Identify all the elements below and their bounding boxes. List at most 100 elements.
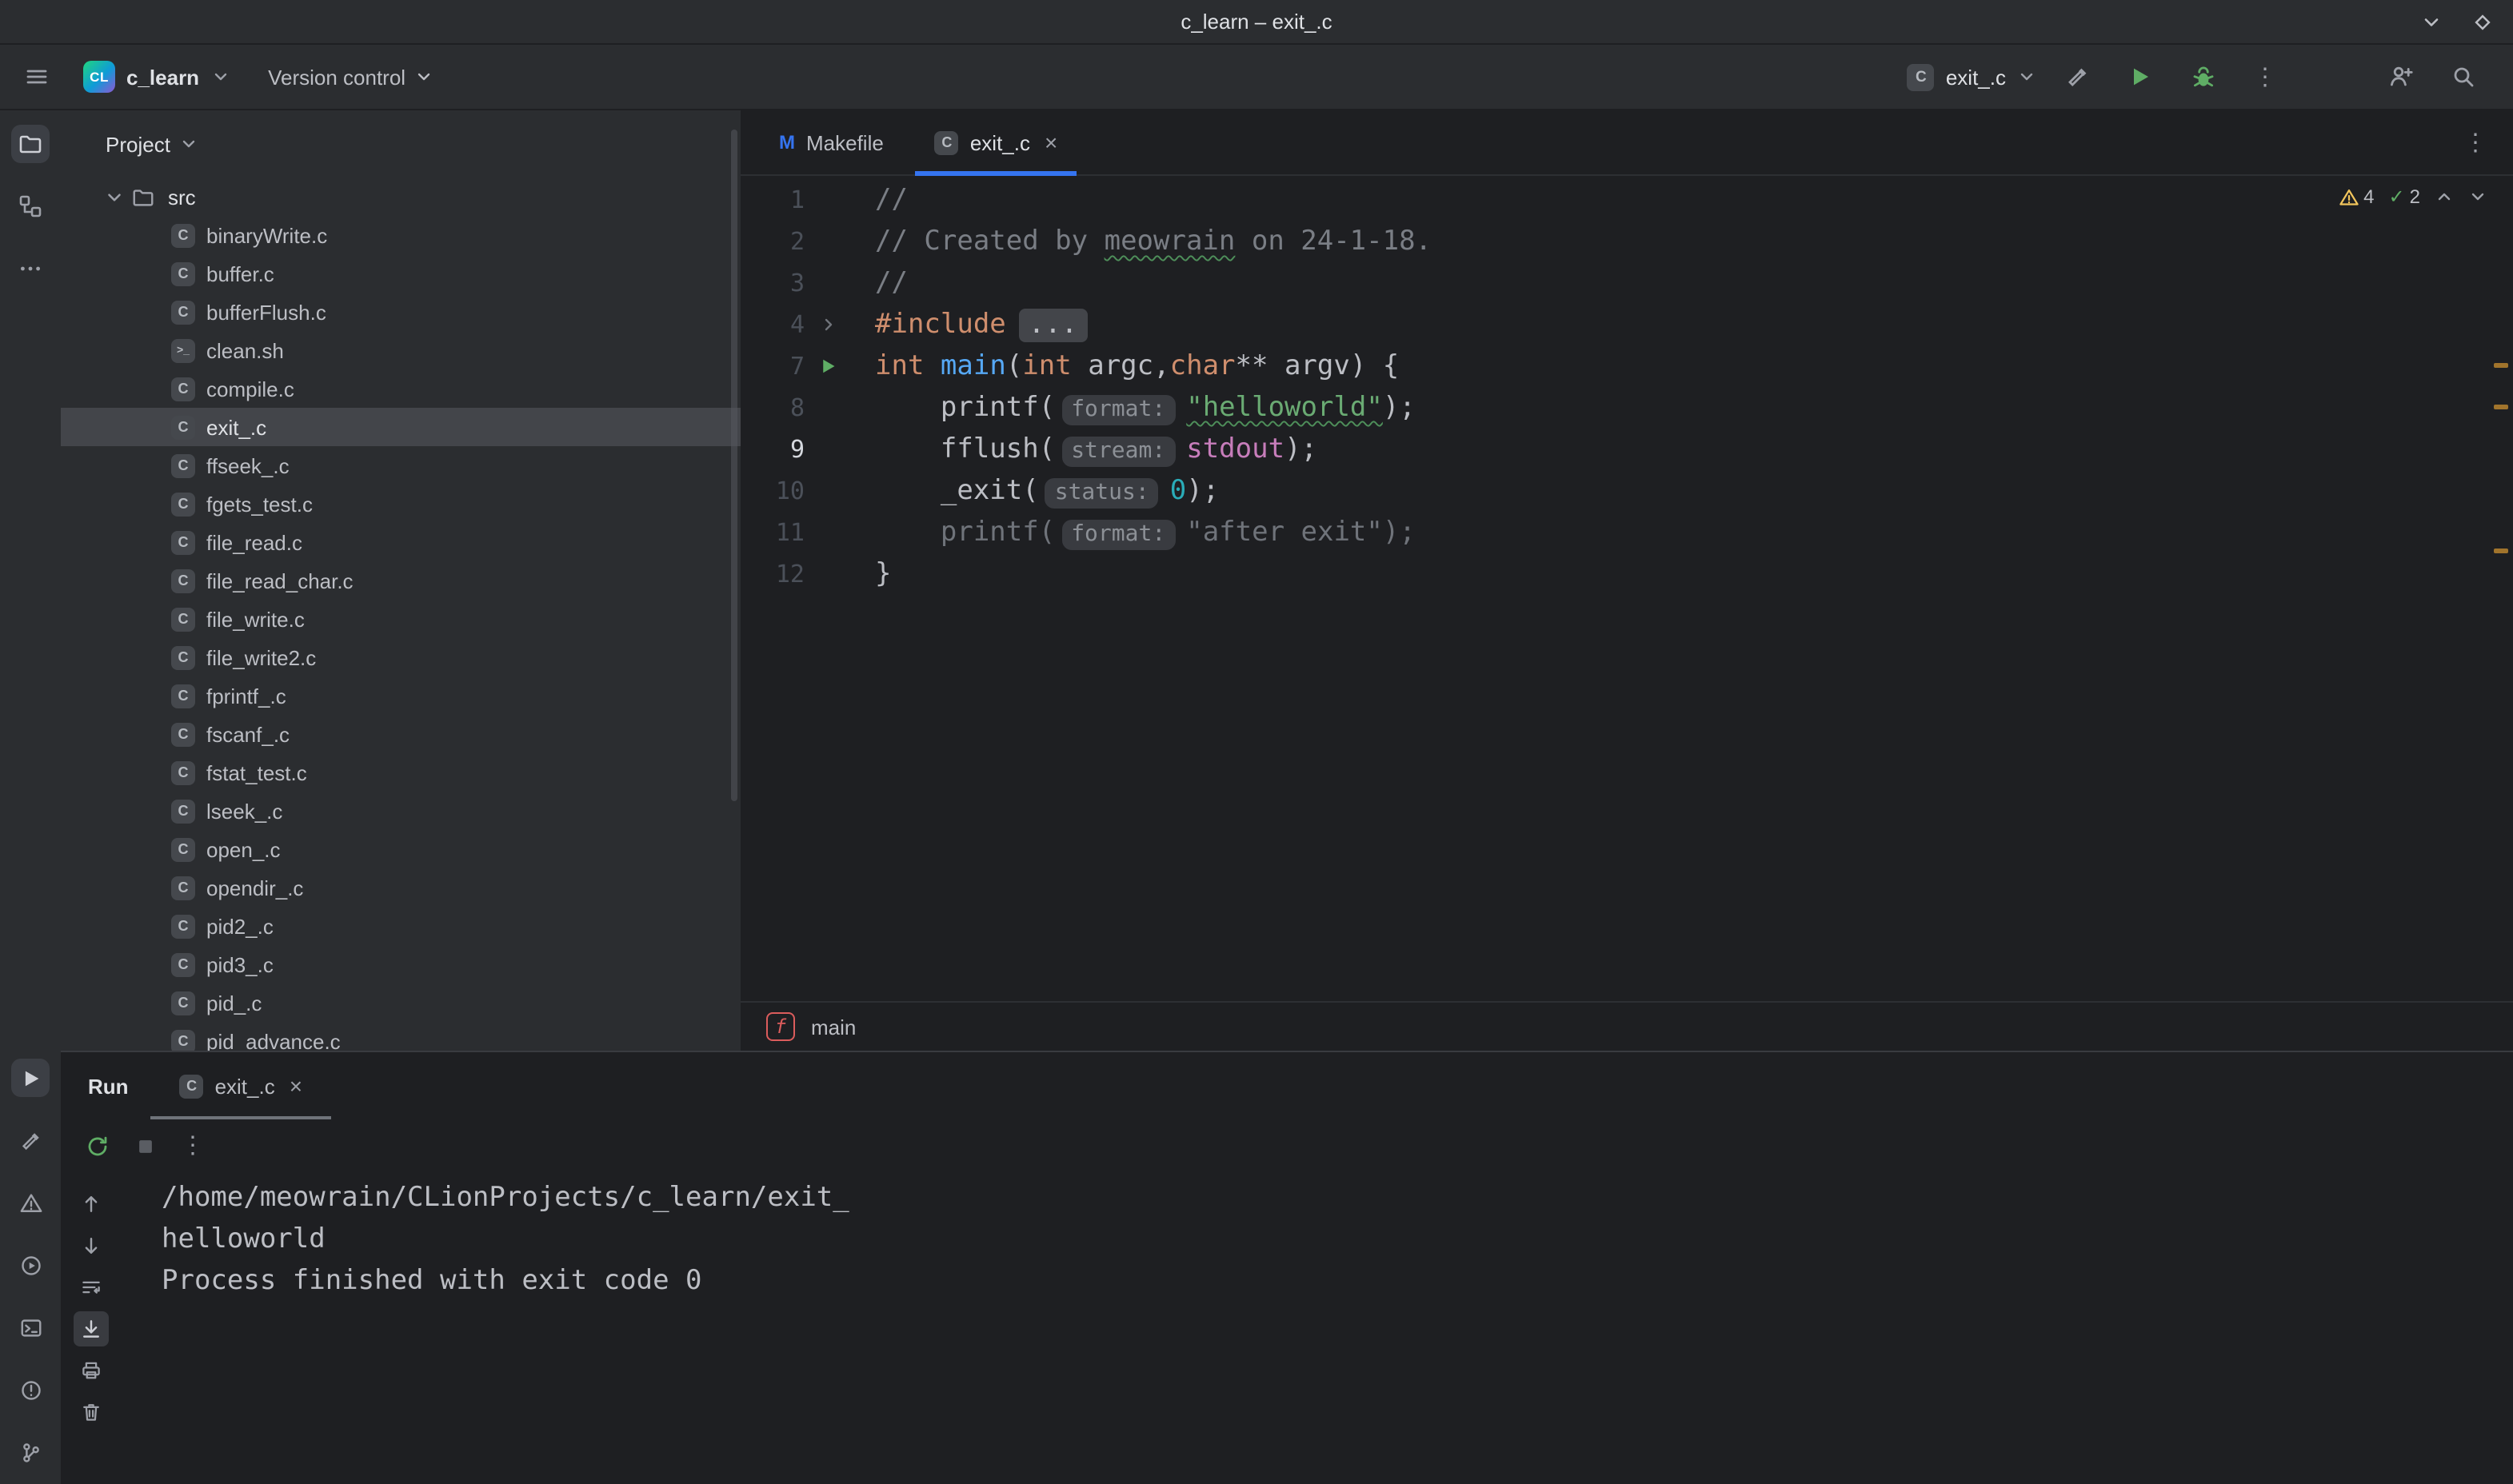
tree-file-file_read_char.c[interactable]: Cfile_read_char.c	[61, 561, 741, 600]
c-file-icon: C	[171, 837, 195, 861]
hamburger-menu-icon[interactable]	[16, 56, 58, 98]
code-line-9[interactable]: 9 fflush(stream:stdout);	[741, 429, 2513, 470]
code-text: //	[853, 267, 908, 299]
file-name: pid_advance.c	[206, 1029, 341, 1051]
tree-file-fgets_test.c[interactable]: Cfgets_test.c	[61, 485, 741, 523]
run-config-selector[interactable]: C exit_.c	[1908, 63, 2036, 90]
tab-makefile[interactable]: M Makefile	[760, 110, 903, 174]
code-line-12[interactable]: 12}	[741, 553, 2513, 595]
analysis-marker[interactable]	[2494, 549, 2508, 553]
debug-bug-icon[interactable]	[2182, 56, 2223, 98]
run-tool-icon[interactable]	[11, 1059, 50, 1097]
tree-file-bufferFlush.c[interactable]: CbufferFlush.c	[61, 293, 741, 331]
tree-file-buffer.c[interactable]: Cbuffer.c	[61, 254, 741, 293]
build-tool-icon[interactable]	[11, 1121, 50, 1159]
file-name: opendir_.c	[206, 876, 303, 900]
tab-options-icon[interactable]: ⋮	[2463, 110, 2487, 174]
run-more-options-icon[interactable]: ⋮	[181, 1134, 205, 1158]
analysis-marker[interactable]	[2494, 405, 2508, 409]
window-minimize-chevron-icon[interactable]	[2420, 11, 2443, 34]
build-hammer-icon[interactable]	[2057, 56, 2099, 98]
console-icon-rail	[74, 1187, 109, 1430]
sticky-function-line[interactable]: f main	[741, 1001, 2513, 1051]
tree-file-pid3_.c[interactable]: Cpid3_.c	[61, 945, 741, 983]
search-icon[interactable]	[2443, 56, 2484, 98]
c-file-icon: C	[171, 991, 195, 1015]
stop-icon[interactable]	[134, 1135, 157, 1157]
c-file-icon: C	[180, 1074, 204, 1098]
expand-arrow-icon[interactable]	[104, 186, 125, 207]
toolbar-right-group: C exit_.c ⋮	[1908, 56, 2497, 98]
run-tab-exit-c[interactable]: C exit_.c ×	[164, 1052, 319, 1119]
fold-arrow-icon[interactable]	[805, 315, 853, 334]
project-panel-header[interactable]: Project	[61, 110, 741, 178]
analysis-marker[interactable]	[2494, 363, 2508, 368]
tool-window-stripe	[0, 110, 61, 1484]
titlebar[interactable]: c_learn – exit_.c	[0, 0, 2513, 45]
project-widget[interactable]: CL c_learn	[83, 61, 230, 93]
up-arrow-icon[interactable]	[74, 1187, 109, 1222]
tree-file-pid_.c[interactable]: Cpid_.c	[61, 983, 741, 1022]
file-name: file_write.c	[206, 607, 305, 631]
tree-file-pid_advance.c[interactable]: Cpid_advance.c	[61, 1022, 741, 1051]
tree-file-binaryWrite.c[interactable]: CbinaryWrite.c	[61, 216, 741, 254]
rerun-icon[interactable]	[85, 1133, 110, 1159]
tree-file-file_write.c[interactable]: Cfile_write.c	[61, 600, 741, 638]
tree-file-fprintf_.c[interactable]: Cfprintf_.c	[61, 676, 741, 715]
file-name: file_read_char.c	[206, 568, 354, 592]
console-output[interactable]: /home/meowrain/CLionProjects/c_learn/exi…	[162, 1172, 2513, 1302]
inspection-widget[interactable]: 4 ✓ 2	[2338, 186, 2487, 208]
add-user-icon[interactable]	[2380, 56, 2422, 98]
passed-indicator[interactable]: ✓ 2	[2389, 186, 2421, 208]
problems-warning-icon[interactable]	[11, 1183, 50, 1222]
tree-file-fscanf_.c[interactable]: Cfscanf_.c	[61, 715, 741, 753]
errors-circle-icon[interactable]	[11, 1370, 50, 1409]
tab-exit-c[interactable]: C exit_.c ×	[916, 110, 1077, 174]
tree-file-ffseek_.c[interactable]: Cffseek_.c	[61, 446, 741, 485]
tree-file-pid2_.c[interactable]: Cpid2_.c	[61, 907, 741, 945]
code-line-8[interactable]: 8 printf(format:"helloworld");	[741, 387, 2513, 429]
project-scrollbar[interactable]	[731, 130, 737, 801]
code-line-10[interactable]: 10 _exit(status:0);	[741, 470, 2513, 512]
tree-folder-src[interactable]: src	[61, 178, 741, 216]
main-toolbar: CL c_learn Version control C exit_.c	[0, 45, 2513, 110]
code-line-11[interactable]: 11 printf(format:"after exit");	[741, 512, 2513, 553]
code-line-4[interactable]: 4#include...	[741, 304, 2513, 345]
scroll-to-end-icon[interactable]	[74, 1311, 109, 1346]
code-line-3[interactable]: 3//	[741, 262, 2513, 304]
down-arrow-icon[interactable]	[74, 1228, 109, 1263]
code-line-2[interactable]: 2// Created by meowrain on 24-1-18.	[741, 221, 2513, 262]
tree-file-exit_.c[interactable]: Cexit_.c	[61, 408, 741, 446]
tree-file-clean.sh[interactable]: >_clean.sh	[61, 331, 741, 369]
code-line-7[interactable]: 7int main(int argc,char** argv) {	[741, 345, 2513, 387]
services-play-circle-icon[interactable]	[11, 1246, 50, 1284]
tree-file-fstat_test.c[interactable]: Cfstat_test.c	[61, 753, 741, 792]
next-issue-chevron-icon[interactable]	[2468, 187, 2487, 206]
clear-trash-icon[interactable]	[74, 1394, 109, 1430]
code-editor[interactable]: 1//2// Created by meowrain on 24-1-18.3/…	[741, 176, 2513, 1001]
tree-file-lseek_.c[interactable]: Clseek_.c	[61, 792, 741, 830]
more-tool-windows-icon[interactable]	[11, 249, 50, 288]
warnings-indicator[interactable]: 4	[2338, 186, 2374, 208]
prev-issue-chevron-icon[interactable]	[2435, 187, 2454, 206]
run-gutter-icon[interactable]	[805, 357, 853, 376]
terminal-tool-icon[interactable]	[11, 1308, 50, 1346]
run-button-icon[interactable]	[2119, 56, 2161, 98]
structure-tool-icon[interactable]	[11, 187, 50, 225]
tree-file-file_write2.c[interactable]: Cfile_write2.c	[61, 638, 741, 676]
soft-wrap-icon[interactable]	[74, 1270, 109, 1305]
tree-file-opendir_.c[interactable]: Copendir_.c	[61, 868, 741, 907]
tree-file-open_.c[interactable]: Copen_.c	[61, 830, 741, 868]
print-icon[interactable]	[74, 1353, 109, 1388]
version-control-widget[interactable]: Version control	[268, 65, 433, 89]
code-line-1[interactable]: 1//	[741, 179, 2513, 221]
window-close-diamond-icon[interactable]	[2471, 11, 2494, 34]
tree-file-compile.c[interactable]: Ccompile.c	[61, 369, 741, 408]
close-run-tab-icon[interactable]: ×	[290, 1073, 302, 1099]
project-folder-icon[interactable]	[11, 125, 50, 163]
more-options-icon[interactable]: ⋮	[2244, 56, 2286, 98]
folder-name: src	[168, 185, 196, 209]
close-tab-icon[interactable]: ×	[1045, 130, 1057, 155]
git-branch-icon[interactable]	[11, 1433, 50, 1471]
tree-file-file_read.c[interactable]: Cfile_read.c	[61, 523, 741, 561]
